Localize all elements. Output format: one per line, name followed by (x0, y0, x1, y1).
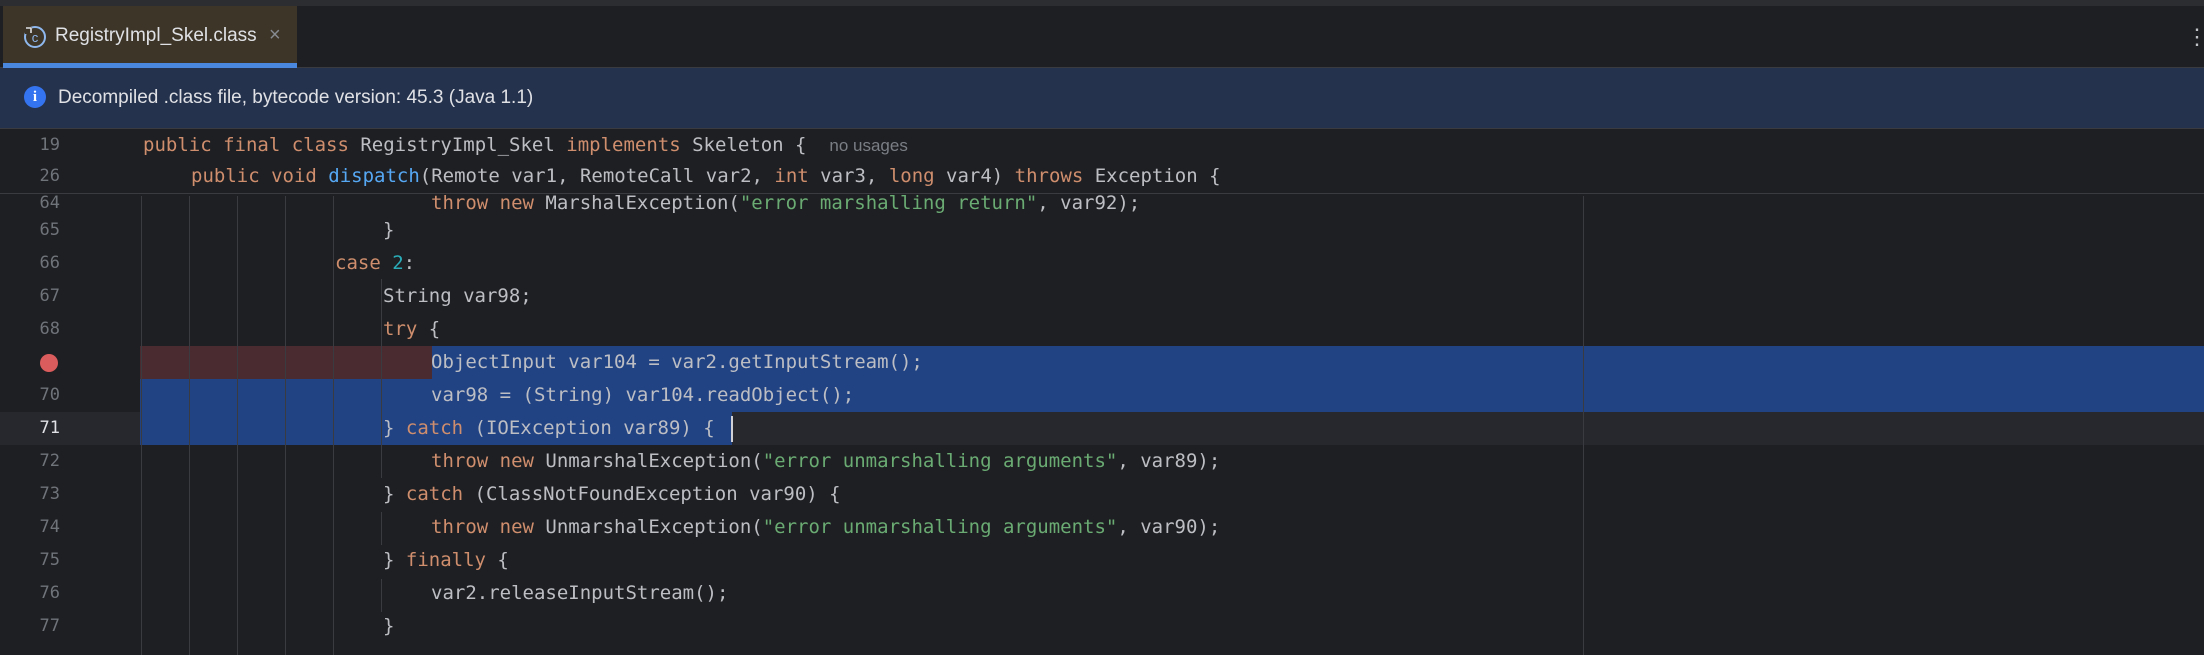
code-text: } (383, 549, 406, 571)
code-text: } (383, 417, 406, 439)
svg-text:c: c (32, 30, 39, 45)
line-number: 65 (39, 220, 60, 240)
text-caret (731, 416, 733, 442)
code-text: : (403, 252, 416, 274)
code-text: var3, (820, 165, 889, 187)
tab-registryimpl-skel[interactable]: c RegistryImpl_Skel.class × (3, 6, 297, 67)
indent-guide (141, 196, 142, 655)
code-number: 2 (392, 252, 404, 274)
code-text: { (417, 318, 441, 340)
code-text: } (383, 483, 406, 505)
indent-guide (381, 512, 382, 545)
code-text: RegistryImpl_Skel (360, 134, 567, 156)
code-line-69: ObjectInput var104 = var2.getInputStream… (431, 351, 923, 373)
code-line-67: String var98; (383, 285, 532, 307)
code-text: { (485, 549, 509, 571)
code-text: Exception { (1094, 165, 1221, 187)
line-number: 74 (39, 517, 60, 537)
code-keyword: case (335, 252, 393, 274)
indent-guide (381, 579, 382, 612)
code-text: , var92); (1037, 192, 1141, 214)
line-number: 72 (39, 451, 60, 471)
indent-guide (237, 196, 238, 655)
code-line-75: } finally { (383, 544, 509, 577)
code-line-77: } (383, 615, 395, 637)
line-number: 26 (39, 166, 60, 186)
editor-tab-bar: c RegistryImpl_Skel.class × ⋮ (0, 6, 2204, 68)
line-number: 67 (39, 286, 60, 306)
indent-guide (333, 196, 334, 655)
code-line-65: } (383, 219, 395, 241)
sticky-line-19: public final class RegistryImpl_Skel imp… (143, 129, 908, 162)
code-text: , var90); (1117, 516, 1221, 538)
indent-guide (285, 196, 286, 655)
more-options-icon[interactable]: ⋮ (2186, 26, 2204, 48)
code-text: , var89); (1117, 450, 1221, 472)
code-text: Skeleton { (692, 134, 807, 156)
code-function: dispatch (328, 165, 420, 187)
code-keyword: throw new (431, 192, 546, 214)
indent-guide (189, 196, 190, 655)
breakpoint-line-tint (140, 346, 432, 379)
code-text: MarshalException( (545, 192, 740, 214)
banner-text: Decompiled .class file, bytecode version… (58, 87, 534, 108)
line-number: 70 (39, 385, 60, 405)
line-number: 19 (39, 135, 60, 155)
code-keyword: throw new (431, 516, 546, 538)
code-line-71: } catch (IOException var89) { (383, 412, 715, 445)
code-editor[interactable]: 64 throw new MarshalException("error mar… (0, 129, 2204, 655)
line-number: 66 (39, 253, 60, 273)
code-keyword: implements (566, 134, 693, 156)
code-string: "error unmarshalling arguments" (762, 450, 1118, 472)
line-number: 76 (39, 583, 60, 603)
code-keyword: throw new (431, 450, 546, 472)
code-keyword: public void (191, 165, 329, 187)
line-number: 68 (39, 319, 60, 339)
code-string: "error unmarshalling arguments" (762, 516, 1118, 538)
class-file-icon: c (24, 26, 46, 48)
code-text: (IOException var89) { (463, 417, 715, 439)
code-text: var4) (946, 165, 1015, 187)
code-keyword: public final class (143, 134, 361, 156)
usages-hint[interactable]: no usages (829, 136, 907, 155)
code-line-74: throw new UnmarshalException("error unma… (431, 511, 1220, 544)
right-margin-guide (1583, 196, 1584, 655)
line-number: 77 (39, 616, 60, 636)
info-icon: i (24, 86, 46, 108)
sticky-line-26: public void dispatch(Remote var1, Remote… (191, 160, 1221, 193)
code-line-70: var98 = (String) var104.readObject(); (431, 384, 855, 406)
code-keyword: try (383, 318, 418, 340)
code-keyword: throws (1014, 165, 1095, 187)
code-keyword: catch (405, 417, 464, 439)
line-number: 73 (39, 484, 60, 504)
code-text: UnmarshalException( (545, 450, 763, 472)
code-string: "error marshalling return" (739, 192, 1038, 214)
code-keyword: finally (405, 549, 486, 571)
sticky-scope-header[interactable]: 19 public final class RegistryImpl_Skel … (0, 129, 2204, 194)
indent-guide (381, 279, 382, 445)
code-keyword: catch (405, 483, 464, 505)
code-text: UnmarshalException( (545, 516, 763, 538)
code-text: (ClassNotFoundException var90) { (463, 483, 841, 505)
code-text: (Remote var1, RemoteCall var2, (419, 165, 775, 187)
code-line-66: case 2: (335, 247, 415, 280)
tab-title: RegistryImpl_Skel.class (55, 25, 257, 46)
breakpoint-icon[interactable] (40, 354, 58, 372)
line-number: 75 (39, 550, 60, 570)
code-line-68: try { (383, 313, 440, 346)
close-icon[interactable]: × (269, 24, 281, 47)
line-number: 71 (39, 418, 60, 438)
code-line-73: } catch (ClassNotFoundException var90) { (383, 478, 841, 511)
code-keyword: int (774, 165, 821, 187)
decompiled-info-banner: i Decompiled .class file, bytecode versi… (0, 68, 2204, 129)
code-line-76: var2.releaseInputStream(); (431, 582, 729, 604)
indent-guide (381, 445, 382, 478)
code-line-72: throw new UnmarshalException("error unma… (431, 445, 1220, 478)
code-keyword: long (888, 165, 947, 187)
